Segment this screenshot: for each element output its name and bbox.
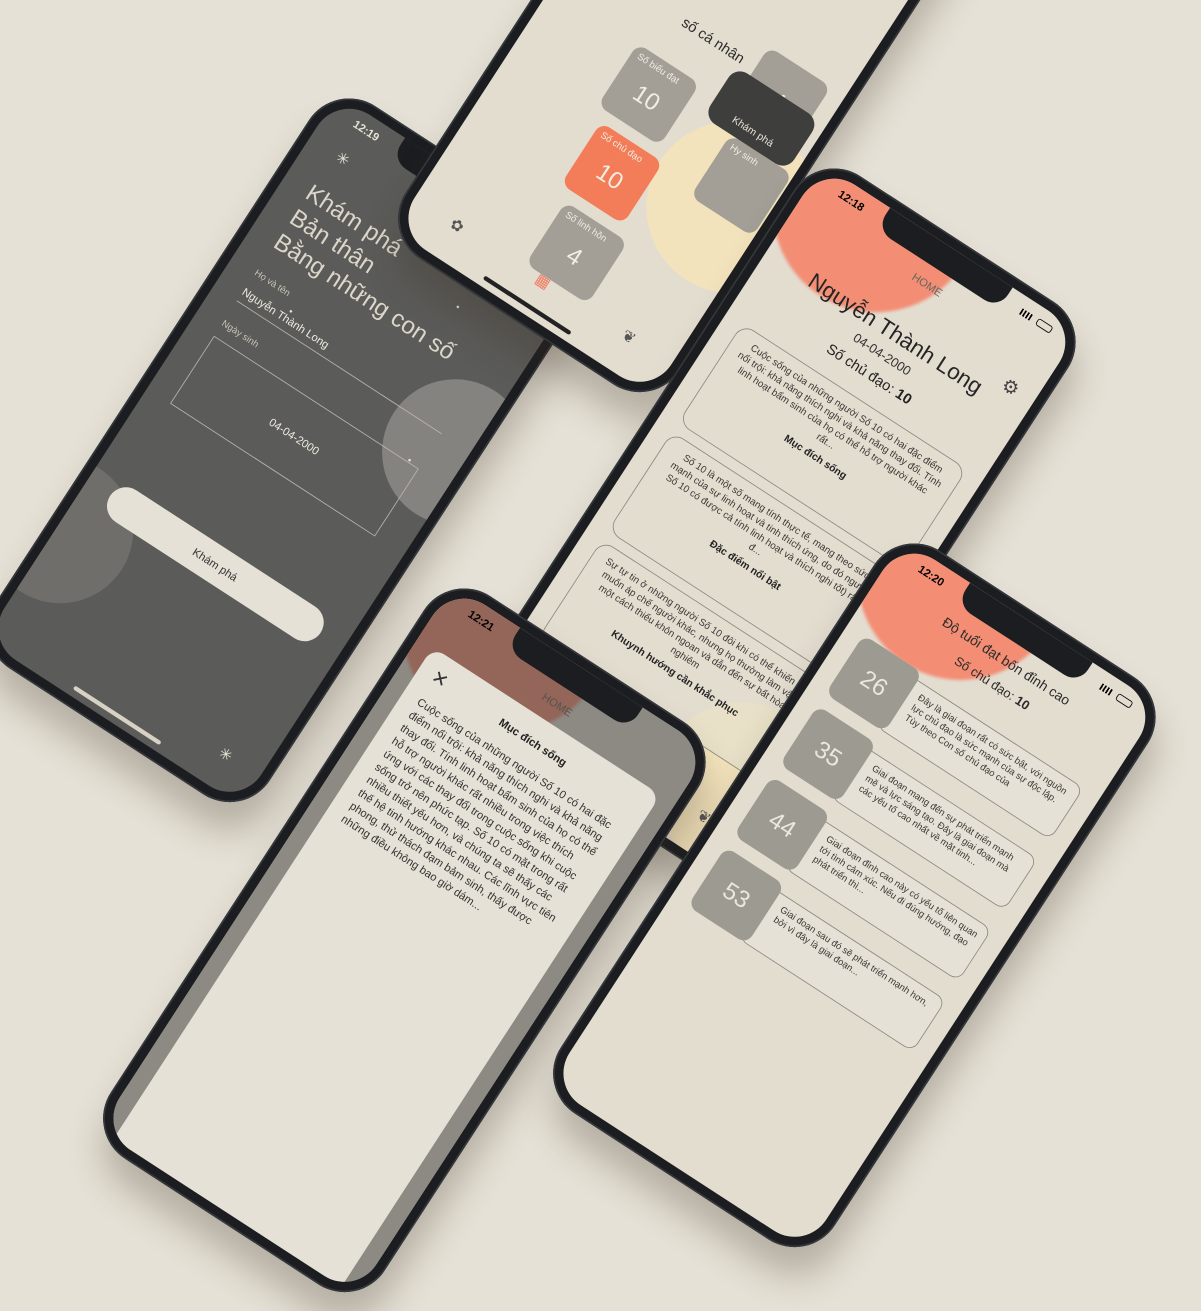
battery-icon xyxy=(1114,692,1134,709)
sparkle-icon: ✳ xyxy=(332,148,353,170)
grid-icon[interactable]: ▦ xyxy=(532,270,554,293)
home-indicator xyxy=(72,685,162,746)
status-icons xyxy=(1099,682,1134,709)
grid-title: số cá nhân xyxy=(678,14,748,67)
status-time: 12:19 xyxy=(350,117,382,144)
dob-input[interactable]: 04-04-2000 xyxy=(170,335,419,537)
battery-icon xyxy=(1034,317,1054,334)
flower-icon[interactable]: ✿ xyxy=(447,214,467,236)
main-number-value: 10 xyxy=(1012,693,1033,714)
status-icons xyxy=(1019,307,1054,334)
sparkle-icon: ✳ xyxy=(215,743,236,766)
main-number-value: 10 xyxy=(892,385,915,408)
lotus-icon[interactable]: ❦ xyxy=(618,326,639,348)
signal-icon xyxy=(1019,308,1033,321)
explore-button[interactable]: Khám phá xyxy=(99,479,331,649)
signal-icon xyxy=(1099,683,1113,696)
